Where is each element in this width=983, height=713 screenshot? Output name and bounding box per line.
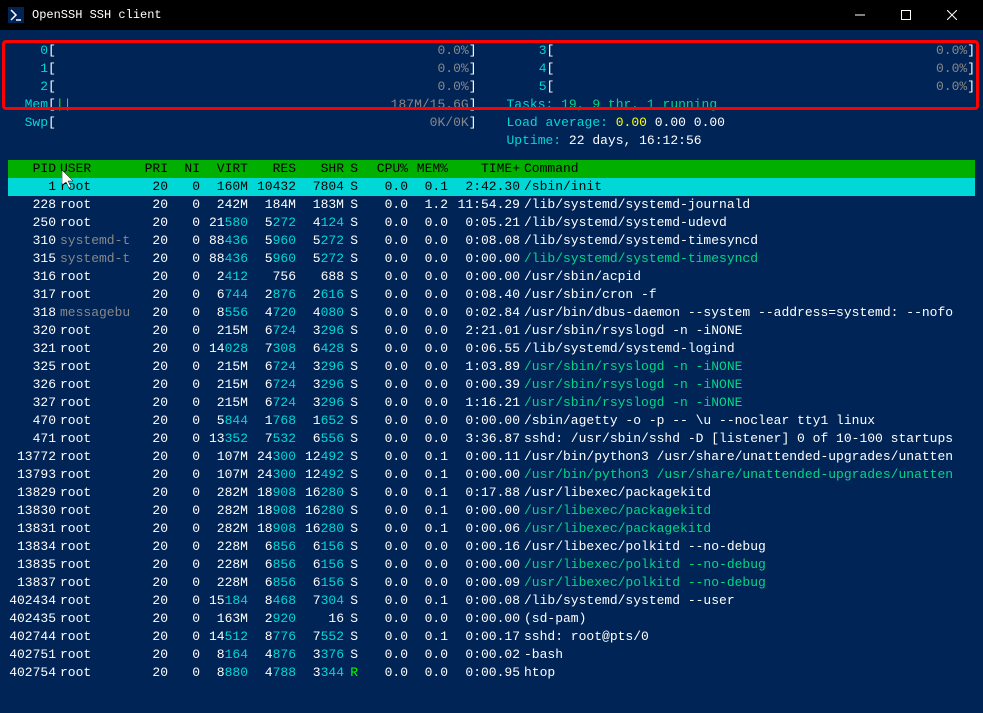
process-row[interactable]: 471root2001335275326556S0.00.03:36.87ssh… bbox=[8, 430, 975, 448]
process-row[interactable]: 318messagebu200855647204080S0.00.00:02.8… bbox=[8, 304, 975, 322]
process-row[interactable]: 13772root200107M2430012492S0.00.10:00.11… bbox=[8, 448, 975, 466]
load-label: Load average: bbox=[507, 115, 616, 130]
process-row[interactable]: 317root200674428762616S0.00.00:08.40/usr… bbox=[8, 286, 975, 304]
process-row[interactable]: 316root2002412756688S0.00.00:00.00/usr/s… bbox=[8, 268, 975, 286]
header-cmd[interactable]: Command bbox=[520, 160, 975, 178]
window-controls bbox=[837, 0, 975, 30]
window-titlebar: OpenSSH SSH client bbox=[0, 0, 983, 30]
process-row[interactable]: 13829root200282M1890816280S0.00.10:17.88… bbox=[8, 484, 975, 502]
process-row[interactable]: 13831root200282M1890816280S0.00.10:00.06… bbox=[8, 520, 975, 538]
process-row[interactable]: 402435root200163M292016S0.00.00:00.00(sd… bbox=[8, 610, 975, 628]
process-row[interactable]: 325root200215M67243296S0.00.01:03.89/usr… bbox=[8, 358, 975, 376]
header-shr[interactable]: SHR bbox=[296, 160, 344, 178]
process-row[interactable]: 13837root200228M68566156S0.00.00:00.09/u… bbox=[8, 574, 975, 592]
process-row[interactable]: 402751root200816448763376S0.00.00:00.02-… bbox=[8, 646, 975, 664]
header-virt[interactable]: VIRT bbox=[200, 160, 248, 178]
process-row[interactable]: 402744root2001451287767552S0.00.10:00.17… bbox=[8, 628, 975, 646]
uptime-label: Uptime: bbox=[507, 133, 569, 148]
header-pri[interactable]: PRI bbox=[136, 160, 168, 178]
header-s[interactable]: S bbox=[344, 160, 360, 178]
header-ni[interactable]: NI bbox=[168, 160, 200, 178]
process-row[interactable]: 470root200584417681652S0.00.00:00.00/sbi… bbox=[8, 412, 975, 430]
process-row[interactable]: 228root200242M184M183MS0.01.211:54.29/li… bbox=[8, 196, 975, 214]
process-row[interactable]: 321root2001402873086428S0.00.00:06.55/li… bbox=[8, 340, 975, 358]
minimize-button[interactable] bbox=[837, 0, 883, 30]
process-row[interactable]: 13830root200282M1890816280S0.00.10:00.00… bbox=[8, 502, 975, 520]
process-row[interactable]: 320root200215M67243296S0.00.02:21.01/usr… bbox=[8, 322, 975, 340]
process-row[interactable]: 250root2002158052724124S0.00.00:05.21/li… bbox=[8, 214, 975, 232]
header-cpu[interactable]: CPU% bbox=[360, 160, 408, 178]
swp-value: 0K/0K bbox=[379, 114, 469, 132]
header-pid[interactable]: PID bbox=[8, 160, 56, 178]
maximize-button[interactable] bbox=[883, 0, 929, 30]
header-time[interactable]: TIME+ bbox=[448, 160, 520, 178]
swp-label: Swp bbox=[8, 114, 48, 132]
process-row[interactable]: 13834root200228M68566156S0.00.00:00.16/u… bbox=[8, 538, 975, 556]
process-row[interactable]: 13793root200107M2430012492S0.00.10:00.00… bbox=[8, 466, 975, 484]
process-table-header[interactable]: PID USER PRI NI VIRT RES SHR S CPU% MEM%… bbox=[8, 160, 975, 178]
process-row[interactable]: 326root200215M67243296S0.00.00:00.39/usr… bbox=[8, 376, 975, 394]
powershell-icon bbox=[8, 7, 24, 23]
close-button[interactable] bbox=[929, 0, 975, 30]
process-row[interactable]: 315systemd-t2008843659605272S0.00.00:00.… bbox=[8, 250, 975, 268]
process-row[interactable]: 310systemd-t2008843659605272S0.00.00:08.… bbox=[8, 232, 975, 250]
process-table-body[interactable]: 1root200160M104327804S0.00.12:42.30/sbin… bbox=[8, 178, 975, 682]
header-mem[interactable]: MEM% bbox=[408, 160, 448, 178]
mouse-cursor-icon bbox=[62, 170, 76, 195]
terminal-content[interactable]: 0[0.0%]1[0.0%]2[0.0%] 3[0.0%]4[0.0%]5[0.… bbox=[0, 30, 983, 713]
header-res[interactable]: RES bbox=[248, 160, 296, 178]
process-row[interactable]: 13835root200228M68566156S0.00.00:00.00/u… bbox=[8, 556, 975, 574]
process-row[interactable]: 327root200215M67243296S0.00.01:16.21/usr… bbox=[8, 394, 975, 412]
uptime-value: 22 days, 16:12:56 bbox=[569, 133, 702, 148]
process-row[interactable]: 402754root200888047883344R0.00.00:00.95h… bbox=[8, 664, 975, 682]
highlight-box bbox=[2, 40, 979, 110]
process-row[interactable]: 402434root2001518484687304S0.00.10:00.08… bbox=[8, 592, 975, 610]
process-row[interactable]: 1root200160M104327804S0.00.12:42.30/sbin… bbox=[8, 178, 975, 196]
window-title: OpenSSH SSH client bbox=[32, 8, 837, 22]
